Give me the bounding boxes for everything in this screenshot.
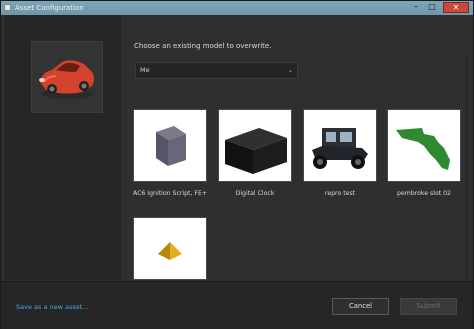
green-map-image [396,128,450,170]
model-tile-pembroke-slot-02[interactable] [387,109,461,182]
dropdown-selected-value: Me [140,66,150,74]
cube-model-image [156,126,186,166]
asset-preview-thumbnail [31,41,103,113]
dialog-footer: Save as a new asset... Cancel Submit [1,281,473,329]
app-icon [4,4,11,11]
model-tile-ac6-ignition-script[interactable] [133,109,207,182]
instruction-text: Choose an existing model to overwrite. [134,42,272,50]
creator-dropdown[interactable]: Me ⌄ [135,62,298,79]
asset-configuration-dialog: Asset Configuration – □ ✕ Choose an exis… [0,0,474,329]
maximize-icon[interactable]: □ [425,2,439,12]
title-bar: Asset Configuration – □ ✕ [1,1,473,15]
sidebar [5,15,121,280]
model-tile-label: Digital Clock [235,190,275,197]
red-car-image [39,60,94,99]
model-picker-panel: Choose an existing model to overwrite. M… [122,15,470,280]
minimize-icon[interactable]: – [409,2,423,12]
cancel-button[interactable]: Cancel [332,298,389,315]
chevron-down-icon: ⌄ [287,67,293,74]
submit-button[interactable]: Submit [400,298,457,315]
model-tile-digital-clock[interactable] [218,109,292,182]
model-tile-repro-test[interactable] [303,109,377,182]
gold-pyramid-image [158,242,182,260]
scrollbar[interactable] [465,55,469,280]
black-block-image [225,128,287,174]
model-tile-label: pembroke slot 02 [396,190,451,197]
model-tile-label: repro test [324,190,356,197]
window-title: Asset Configuration [15,4,84,12]
model-tile-pyramid[interactable] [133,217,207,280]
save-as-new-asset-link[interactable]: Save as a new asset... [16,303,89,311]
vintage-car-image [312,128,368,169]
close-button[interactable]: ✕ [443,2,469,13]
model-tile-label: AC6 Ignition Script, FE+ [132,190,208,197]
